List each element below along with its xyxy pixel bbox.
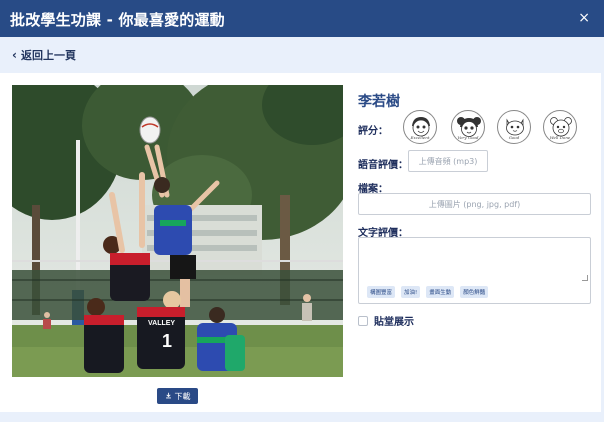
rating-stickers: Excellent Very Good Good Well Done	[403, 110, 581, 144]
sticker-caption: Well Done	[549, 135, 571, 140]
sticker-caption: Excellent	[410, 135, 430, 140]
back-button-label: 返回上一頁	[20, 49, 76, 62]
jersey-text: VALLEY	[148, 320, 175, 327]
close-icon[interactable]: ×	[578, 10, 590, 26]
dialog-title: 批改學生功課 - 你最喜愛的運動	[10, 11, 225, 29]
girl-face-sticker-icon[interactable]: Very Good	[451, 110, 485, 144]
rugby-lineout-image: VALLEY 1	[12, 85, 343, 377]
checkbox-icon[interactable]	[358, 315, 368, 326]
cat-face-sticker-icon[interactable]: Good	[497, 110, 531, 144]
student-name: 李若樹	[358, 94, 400, 110]
audio-upload-button[interactable]: 上傳音頻 (mp3)	[408, 150, 488, 172]
download-icon	[165, 392, 172, 401]
dialog-footer	[0, 412, 604, 422]
navigation-bar: ‹ 返回上一頁	[0, 37, 604, 73]
chevron-left-icon: ‹	[12, 48, 17, 62]
quick-comment-tag[interactable]: 顏色鮮豔	[460, 286, 489, 298]
jersey-number: 1	[162, 331, 172, 351]
text-review-textarea[interactable]: 構圖豐富 加油! 畫面生動 顏色鮮豔	[358, 237, 591, 304]
voice-review-label: 語音評價：	[358, 160, 408, 171]
boy-face-sticker-icon[interactable]: Excellent	[403, 110, 437, 144]
quick-comment-tag[interactable]: 構圖豐富	[367, 286, 396, 298]
sticker-caption: Very Good	[457, 135, 479, 140]
quick-comment-tags: 構圖豐富 加油! 畫面生動 顏色鮮豔	[367, 286, 489, 298]
download-button[interactable]: 下載	[157, 388, 198, 404]
bear-face-sticker-icon[interactable]: Well Done	[543, 110, 577, 144]
rating-label: 評分：	[358, 126, 388, 137]
download-button-label: 下載	[174, 391, 191, 401]
image-upload-button[interactable]: 上傳圖片 (png, jpg, pdf)	[358, 193, 591, 215]
showcase-checkbox[interactable]: 貼堂展示	[358, 313, 414, 328]
homework-photo: VALLEY 1	[12, 85, 343, 377]
back-button[interactable]: ‹ 返回上一頁	[12, 47, 76, 63]
dialog-header: 批改學生功課 - 你最喜愛的運動 ×	[0, 0, 604, 37]
showcase-label: 貼堂展示	[374, 317, 414, 328]
quick-comment-tag[interactable]: 畫面生動	[426, 286, 455, 298]
sticker-caption: Good	[508, 135, 520, 140]
quick-comment-tag[interactable]: 加油!	[401, 286, 421, 298]
resize-handle-icon[interactable]	[582, 275, 588, 281]
